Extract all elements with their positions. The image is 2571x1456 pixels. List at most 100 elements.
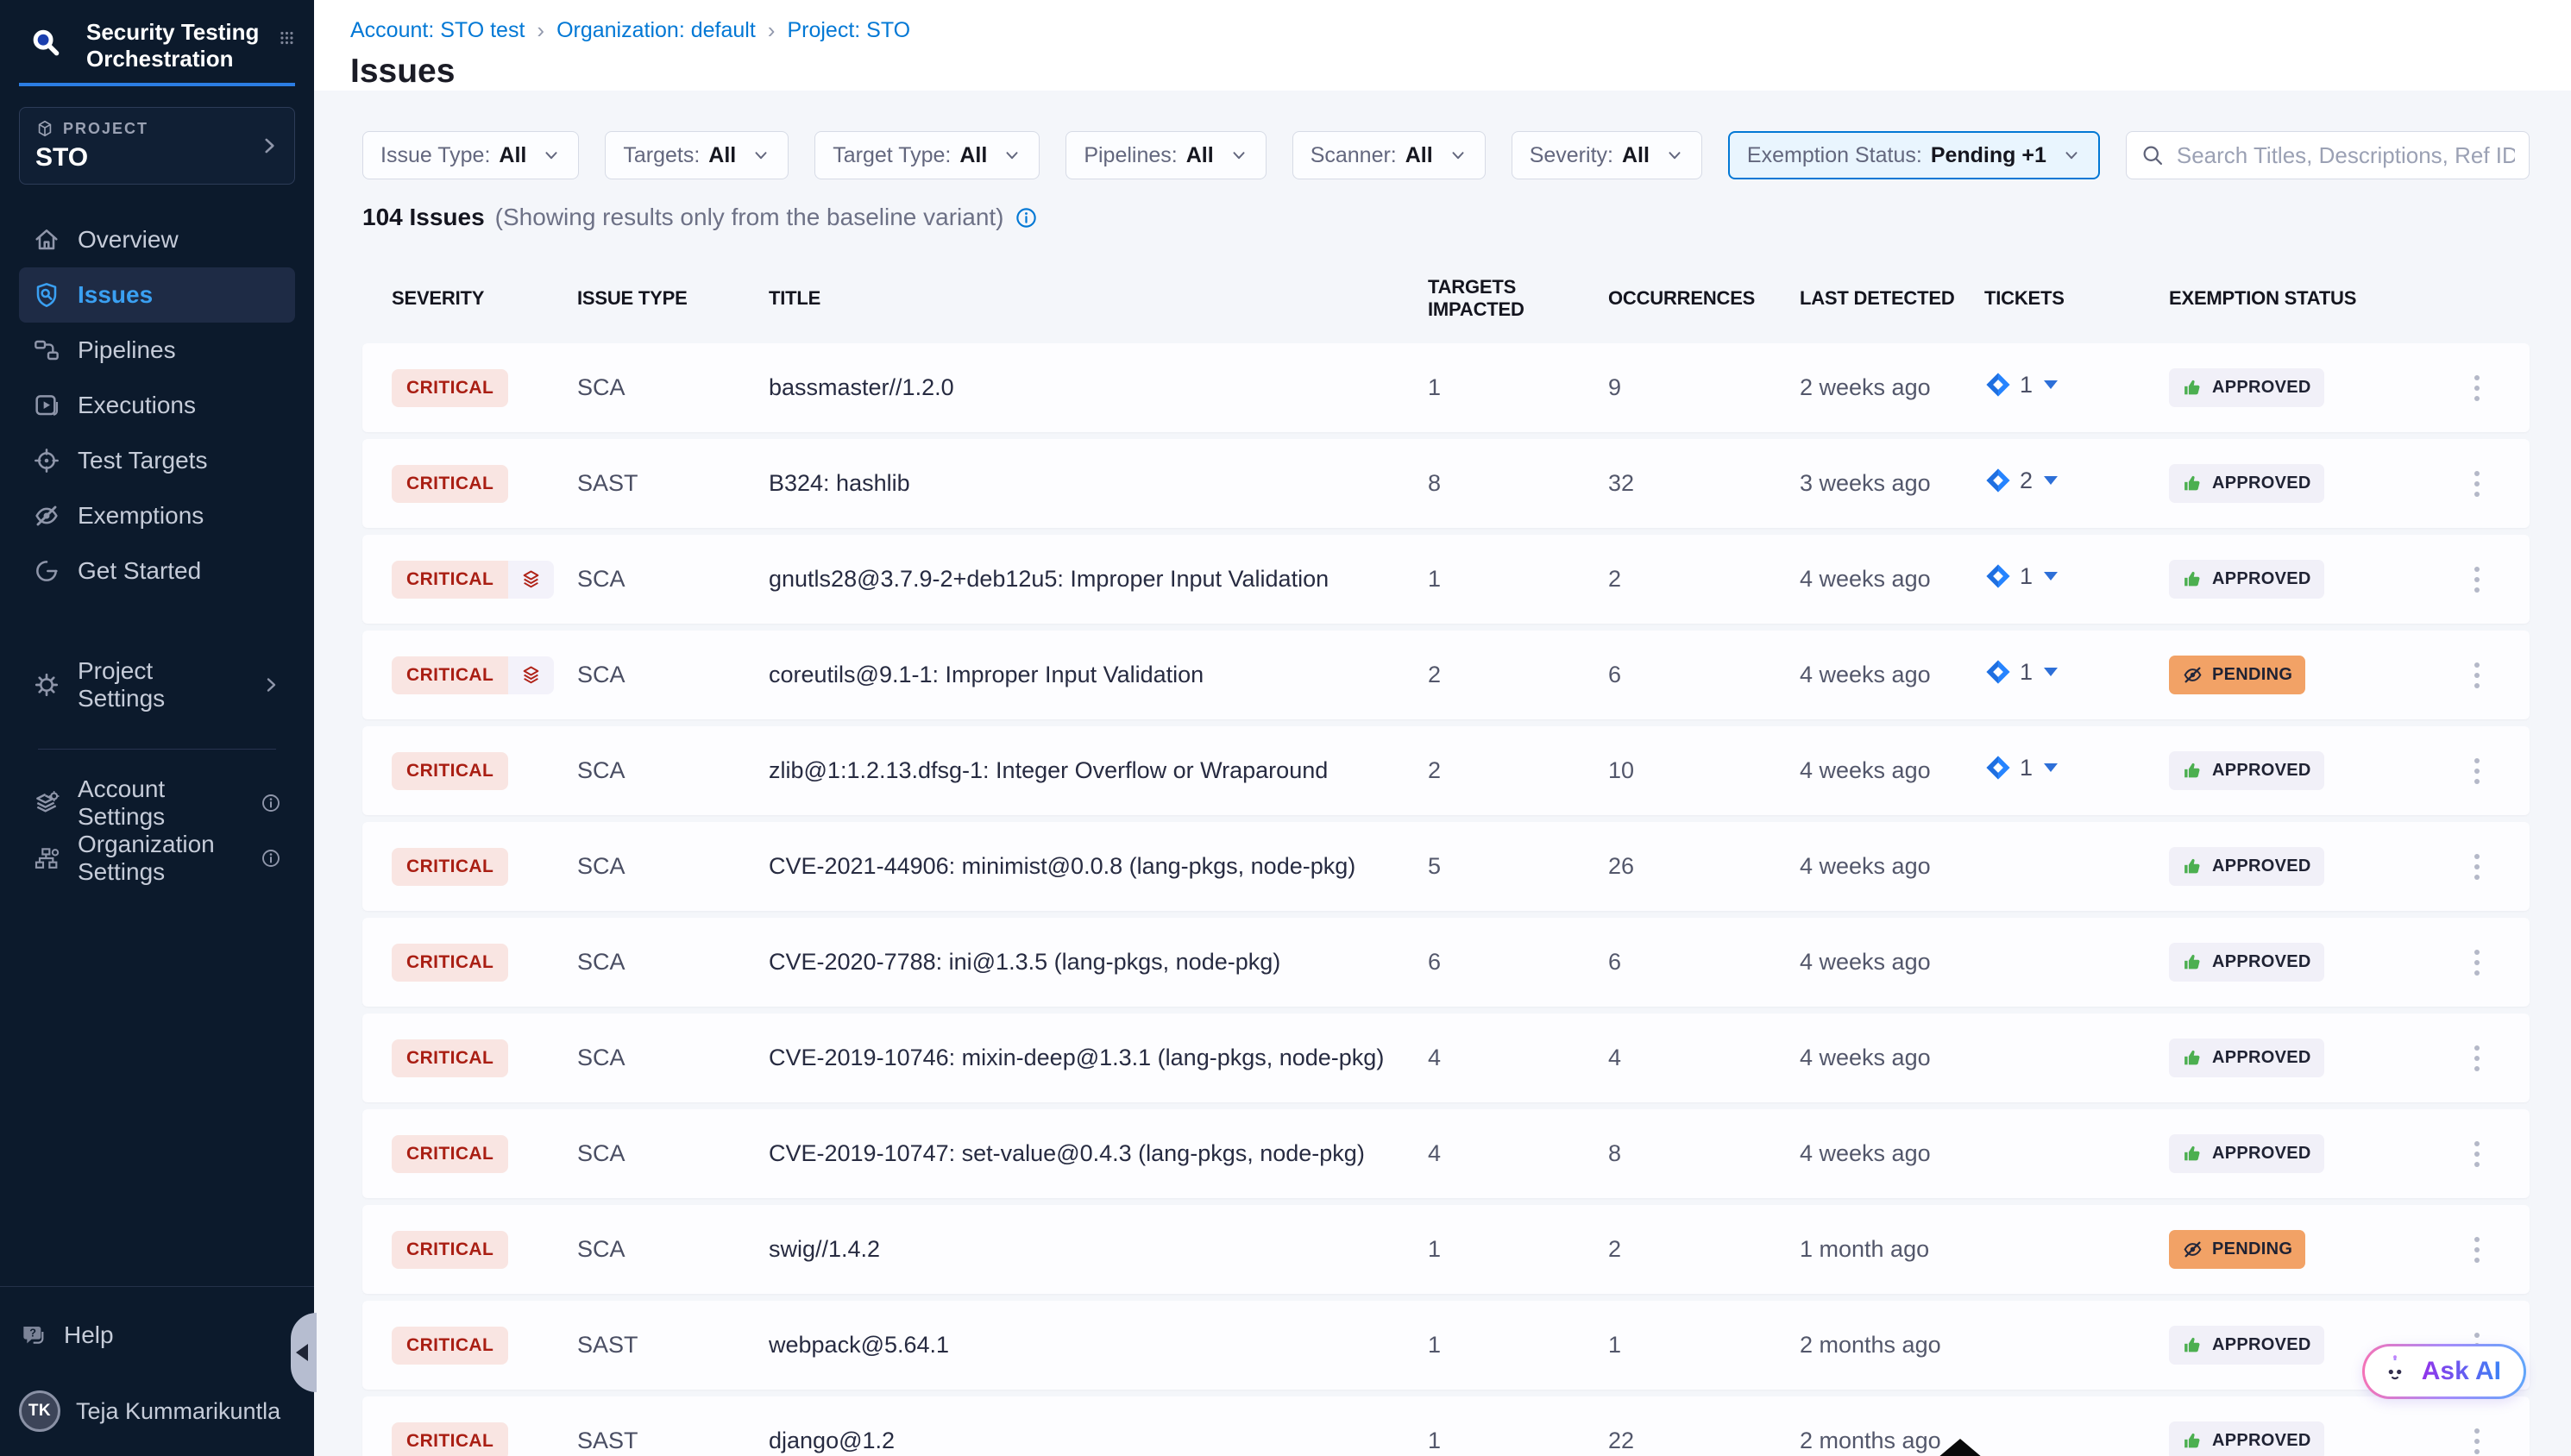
sidebar-item-overview[interactable]: Overview bbox=[19, 212, 295, 267]
project-name: STO bbox=[35, 143, 279, 173]
severity-cell: CRITICAL bbox=[392, 1327, 577, 1365]
issue-row[interactable]: CRITICAL SAST django@1.2 1 22 2 months a… bbox=[362, 1396, 2530, 1456]
issue-title[interactable]: webpack@5.64.1 bbox=[769, 1332, 1428, 1359]
breadcrumb-project-link[interactable]: Project: STO bbox=[787, 18, 910, 43]
chevron-right-icon bbox=[258, 135, 280, 157]
issue-title[interactable]: CVE-2019-10746: mixin-deep@1.3.1 (lang-p… bbox=[769, 1045, 1428, 1071]
issue-title[interactable]: zlib@1:1.2.13.dfsg-1: Integer Overflow o… bbox=[769, 757, 1428, 784]
row-menu-button[interactable] bbox=[2469, 1232, 2485, 1268]
occurrences-cell: 1 bbox=[1608, 1332, 1800, 1359]
filter-targets[interactable]: Targets: All bbox=[605, 131, 789, 179]
ticket-chip[interactable]: 1 bbox=[1984, 371, 2058, 399]
collapse-arrow-icon bbox=[296, 1344, 308, 1361]
issue-title[interactable]: bassmaster//1.2.0 bbox=[769, 374, 1428, 401]
issue-row[interactable]: CRITICAL SCA swig//1.4.2 1 2 1 month ago… bbox=[362, 1205, 2530, 1294]
thumbs-up-icon bbox=[2182, 951, 2203, 973]
module-switcher-grid-icon[interactable] bbox=[279, 24, 295, 52]
sidebar-item-account-settings[interactable]: Account Settings bbox=[19, 775, 295, 831]
filter-label: Pipelines: bbox=[1084, 143, 1177, 168]
filter-scanner[interactable]: Scanner: All bbox=[1292, 131, 1486, 179]
ticket-caret-icon bbox=[2044, 668, 2058, 676]
last-detected-cell: 4 weeks ago bbox=[1800, 566, 1984, 593]
sidebar-item-issues[interactable]: Issues bbox=[19, 267, 295, 323]
exemption-status-badge: APPROVED bbox=[2169, 847, 2324, 886]
row-menu-button[interactable] bbox=[2469, 657, 2485, 693]
issue-title[interactable]: CVE-2019-10747: set-value@0.4.3 (lang-pk… bbox=[769, 1140, 1428, 1167]
info-icon[interactable] bbox=[261, 848, 281, 869]
results-summary: 104 Issues (Showing results only from th… bbox=[362, 204, 2530, 231]
row-menu-button[interactable] bbox=[2469, 753, 2485, 789]
search-input[interactable] bbox=[2177, 142, 2515, 169]
row-menu-cell bbox=[2428, 562, 2500, 598]
thumbs-up-icon bbox=[2182, 1430, 2203, 1452]
exemption-status-label: APPROVED bbox=[2212, 474, 2311, 493]
filter-value: All bbox=[499, 143, 526, 168]
filter-severity[interactable]: Severity: All bbox=[1512, 131, 1702, 179]
row-menu-button[interactable] bbox=[2469, 466, 2485, 502]
sidebar-item-test-targets[interactable]: Test Targets bbox=[19, 433, 295, 488]
row-menu-button[interactable] bbox=[2469, 945, 2485, 981]
accent-divider bbox=[19, 83, 295, 86]
row-menu-cell bbox=[2428, 1136, 2500, 1172]
info-icon[interactable] bbox=[261, 793, 281, 813]
issue-row[interactable]: CRITICAL SCA CVE-2021-44906: minimist@0.… bbox=[362, 822, 2530, 911]
breadcrumb-account-link[interactable]: Account: STO test bbox=[350, 18, 525, 43]
issue-row[interactable]: CRITICAL SCA zlib@1:1.2.13.dfsg-1: Integ… bbox=[362, 726, 2530, 815]
ticket-count: 1 bbox=[2020, 755, 2033, 781]
occurrences-cell: 9 bbox=[1608, 374, 1800, 401]
sidebar-item-organization-settings[interactable]: Organization Settings bbox=[19, 831, 295, 886]
row-menu-button[interactable] bbox=[2469, 1040, 2485, 1076]
filter-pipelines[interactable]: Pipelines: All bbox=[1065, 131, 1266, 179]
exemption-status-label: APPROVED bbox=[2212, 1335, 2311, 1355]
sidebar-item-exemptions[interactable]: Exemptions bbox=[19, 488, 295, 543]
severity-badge-label: CRITICAL bbox=[392, 656, 508, 694]
issue-row[interactable]: CRITICAL SCA CVE-2019-10746: mixin-deep@… bbox=[362, 1014, 2530, 1102]
project-selector[interactable]: PROJECT STO bbox=[19, 107, 295, 185]
row-menu-button[interactable] bbox=[2469, 562, 2485, 598]
issue-title[interactable]: CVE-2021-44906: minimist@0.0.8 (lang-pkg… bbox=[769, 853, 1428, 880]
filter-value: Pending +1 bbox=[1931, 143, 2046, 168]
user-menu[interactable]: TK Teja Kummarikuntla bbox=[19, 1389, 295, 1434]
info-icon[interactable] bbox=[1015, 206, 1038, 229]
row-menu-button[interactable] bbox=[2469, 849, 2485, 885]
sidebar-item-get-started[interactable]: Get Started bbox=[19, 543, 295, 599]
row-menu-button[interactable] bbox=[2469, 1423, 2485, 1456]
row-menu-button[interactable] bbox=[2469, 1136, 2485, 1172]
issue-title[interactable]: gnutls28@3.7.9-2+deb12u5: Improper Input… bbox=[769, 566, 1428, 593]
filter-value: All bbox=[959, 143, 987, 168]
issue-row[interactable]: CRITICAL SAST webpack@5.64.1 1 1 2 month… bbox=[362, 1301, 2530, 1390]
filter-issue-type[interactable]: Issue Type: All bbox=[362, 131, 579, 179]
help-button[interactable]: Help bbox=[19, 1316, 295, 1354]
ticket-chip[interactable]: 1 bbox=[1984, 562, 2058, 590]
issue-row[interactable]: CRITICAL SAST B324: hashlib 8 32 3 weeks… bbox=[362, 439, 2530, 528]
thumbs-up-icon bbox=[2182, 473, 2203, 494]
ticket-chip[interactable]: 2 bbox=[1984, 467, 2058, 494]
issue-title[interactable]: B324: hashlib bbox=[769, 470, 1428, 497]
sidebar-item-label: Issues bbox=[78, 281, 153, 309]
sidebar-item-pipelines[interactable]: Pipelines bbox=[19, 323, 295, 378]
sidebar-item-project-settings[interactable]: Project Settings bbox=[19, 657, 295, 712]
row-menu-button[interactable] bbox=[2469, 370, 2485, 406]
issue-row[interactable]: CRITICAL SCA bassmaster//1.2.0 1 9 2 wee… bbox=[362, 343, 2530, 432]
issue-title[interactable]: swig//1.4.2 bbox=[769, 1236, 1428, 1263]
sidebar-collapse-handle[interactable] bbox=[291, 1313, 317, 1392]
sidebar-item-executions[interactable]: Executions bbox=[19, 378, 295, 433]
breadcrumb-organization-link[interactable]: Organization: default bbox=[556, 18, 756, 43]
issue-title[interactable]: CVE-2020-7788: ini@1.3.5 (lang-pkgs, nod… bbox=[769, 949, 1428, 976]
ticket-chip[interactable]: 1 bbox=[1984, 658, 2058, 686]
exemption-status-badge: APPROVED bbox=[2169, 560, 2324, 599]
targets-impacted-cell: 4 bbox=[1428, 1140, 1608, 1167]
issue-row[interactable]: CRITICAL SCA gnutls28@3.7.9-2+deb12u5: I… bbox=[362, 535, 2530, 624]
ticket-chip[interactable]: 1 bbox=[1984, 754, 2058, 781]
gear-icon bbox=[33, 671, 60, 699]
filter-target-type[interactable]: Target Type: All bbox=[814, 131, 1040, 179]
issue-row[interactable]: CRITICAL SCA coreutils@9.1-1: Improper I… bbox=[362, 631, 2530, 719]
issue-title[interactable]: coreutils@9.1-1: Improper Input Validati… bbox=[769, 662, 1428, 688]
issue-row[interactable]: CRITICAL SCA CVE-2020-7788: ini@1.3.5 (l… bbox=[362, 918, 2530, 1007]
targets-impacted-cell: 2 bbox=[1428, 662, 1608, 688]
issue-title[interactable]: django@1.2 bbox=[769, 1428, 1428, 1454]
exemption-status-cell: PENDING bbox=[2169, 656, 2428, 694]
ask-ai-button[interactable]: Ask AI bbox=[2362, 1344, 2526, 1399]
filter-exemption-status[interactable]: Exemption Status: Pending +1 bbox=[1728, 131, 2100, 179]
issue-row[interactable]: CRITICAL SCA CVE-2019-10747: set-value@0… bbox=[362, 1109, 2530, 1198]
